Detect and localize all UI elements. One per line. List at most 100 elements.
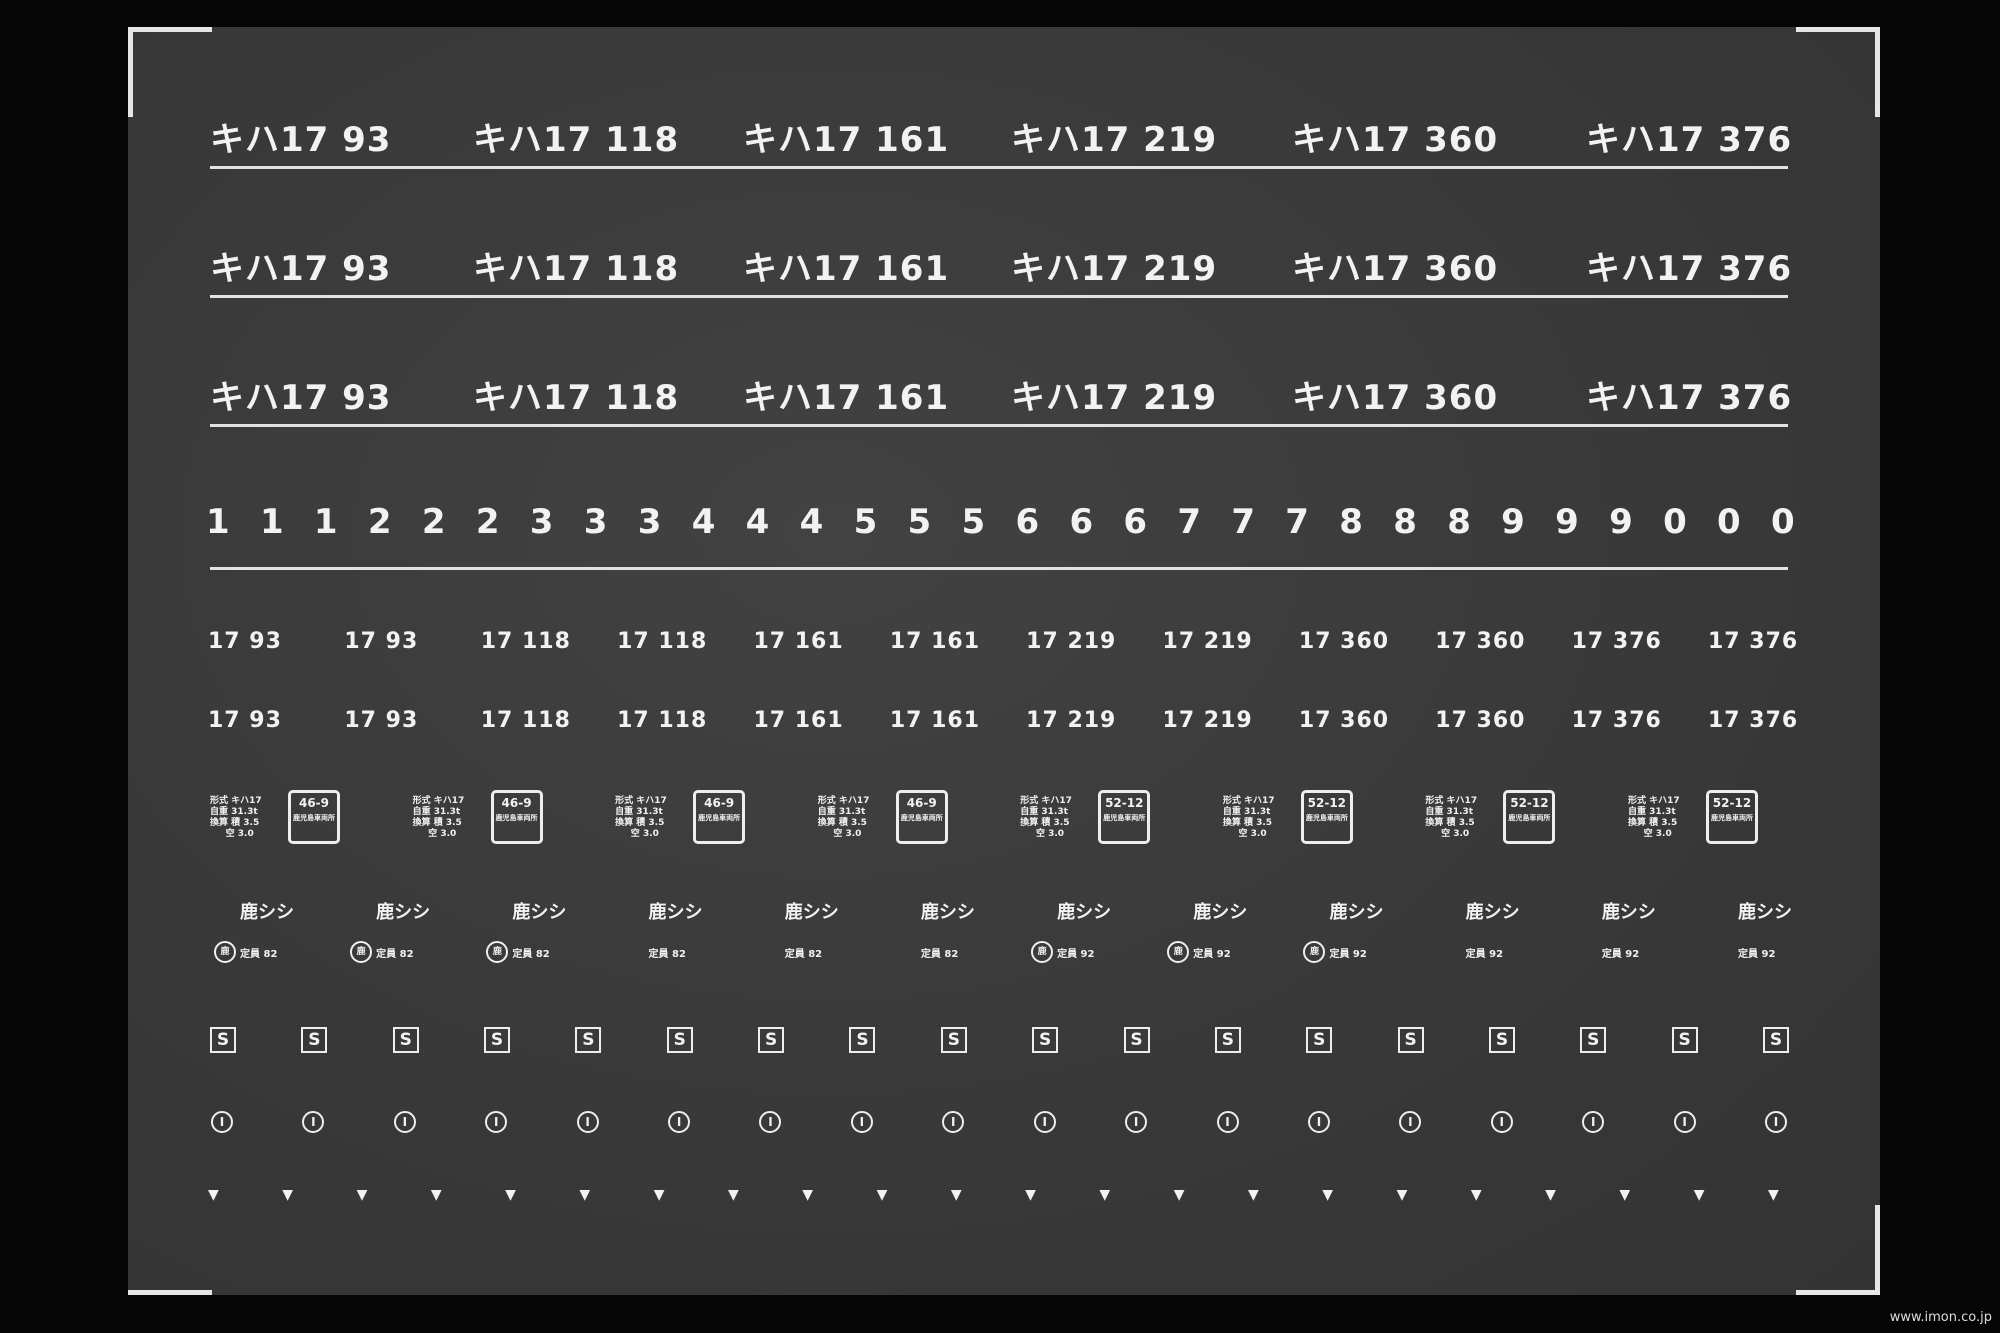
small-number-decal: 17 93 [344, 708, 419, 733]
single-digit-decal: 8 [1447, 502, 1471, 542]
capacity-mark-decal: 定員 82 [920, 949, 959, 960]
single-digit-decal: 3 [529, 502, 554, 542]
s-mark-icon: S [666, 1027, 693, 1053]
spec-plate-text: 形式 キハ17 自重 31.3t 換算 積 3.5 空 3.0 [1020, 796, 1072, 839]
triangle-mark-icon: ▼ [1099, 1187, 1111, 1203]
single-digit-decal: 1 [206, 502, 230, 542]
s-mark-icon: S [1763, 1027, 1789, 1053]
single-digit-decal: 8 [1339, 502, 1363, 542]
single-digit-decal: 2 [367, 502, 392, 542]
triangle-mark-icon: ▼ [356, 1187, 368, 1203]
i-mark-icon: I [211, 1111, 233, 1133]
depot-mark-decal: 鹿シシ [1329, 902, 1384, 923]
inspection-code: 46-9 [298, 796, 330, 810]
workshop-name: 鹿児島車両所 [698, 814, 741, 822]
spec-plate-decal: 形式 キハ17 自重 31.3t 換算 積 3.5 空 3.0 46-9 鹿児島車両… [413, 790, 543, 844]
spec-plate-decal: 形式 キハ17 自重 31.3t 換算 積 3.5 空 3.0 52-12 鹿児島車… [1425, 790, 1556, 844]
inspection-code: 52-12 [1105, 796, 1144, 810]
s-mark-icon: S [758, 1027, 785, 1053]
depot-circle-icon: 鹿 [1303, 941, 1326, 963]
single-digit-decal: 8 [1393, 502, 1417, 542]
separator-line [210, 567, 1788, 570]
i-mark-icon: I [485, 1111, 508, 1133]
single-digit-decal: 6 [1123, 502, 1148, 542]
capacity-mark-decal: 定員 92 [1738, 949, 1776, 960]
small-number-decal: 17 360 [1298, 629, 1390, 654]
single-digit-decal: 5 [907, 502, 932, 542]
s-mark-icon: S [940, 1027, 967, 1053]
single-digit-decal: 1 [313, 502, 338, 542]
car-number-decal: キハ17 93 [210, 120, 392, 160]
car-number-decal: キハ17 219 [1011, 120, 1218, 160]
single-digit-decal: 1 [259, 502, 284, 542]
i-mark-icon: I [1673, 1111, 1696, 1133]
capacity-mark-decal: 定員 82 [648, 949, 686, 960]
car-number-decal: キハ17 161 [743, 378, 950, 418]
car-number-decal: キハ17 360 [1292, 249, 1499, 289]
triangle-mark-icon: ▼ [1470, 1187, 1482, 1203]
corner-mark-bottom-right-v [1875, 1205, 1880, 1295]
depot-circle-icon: 鹿 [486, 941, 509, 963]
small-number-decal: 17 376 [1708, 629, 1799, 654]
s-mark-icon: S [1671, 1027, 1698, 1053]
single-digit-decal: 2 [421, 502, 446, 542]
single-digit-decal: 6 [1069, 502, 1094, 542]
small-number-decal: 17 376 [1571, 708, 1662, 733]
car-number-decal: キハ17 161 [743, 120, 950, 160]
workshop-name: 鹿児島車両所 [900, 814, 943, 822]
inspection-code: 46-9 [906, 796, 937, 810]
triangle-mark-icon: ▼ [1545, 1187, 1556, 1203]
single-digit-decal: 9 [1501, 502, 1525, 542]
inspection-date-box: 46-9 鹿児島車両所 [490, 790, 543, 844]
small-number-decal: 17 118 [480, 708, 571, 733]
s-mark-icon: S [1214, 1027, 1241, 1053]
inspection-code: 52-12 [1307, 796, 1347, 810]
inspection-code: 46-9 [704, 796, 735, 810]
triangle-mark-icon: ▼ [1248, 1187, 1259, 1203]
site-credit: www.imon.co.jp [1889, 1310, 1992, 1325]
small-number-decal: 17 376 [1571, 629, 1662, 654]
capacity-mark-decal: 定員 92 [1601, 949, 1640, 960]
small-number-decal: 17 219 [1026, 629, 1117, 654]
i-mark-icon: I [850, 1111, 873, 1133]
s-mark-icon: S [1123, 1027, 1150, 1053]
inspection-code: 52-12 [1510, 796, 1549, 810]
single-digit-decal: 5 [853, 502, 878, 542]
small-number-decal: 17 161 [753, 708, 844, 733]
workshop-name: 鹿児島車両所 [1305, 814, 1348, 822]
depot-mark-decal: 鹿シシ [240, 902, 294, 923]
car-number-decal: キハ17 161 [743, 249, 950, 289]
i-mark-icon: I [1582, 1111, 1605, 1133]
s-mark-icon: S [1397, 1027, 1424, 1053]
depot-mark-decal: 鹿シシ [1057, 902, 1112, 923]
s-mark-icon: S [1488, 1027, 1515, 1053]
spec-plate-decal: 形式 キハ17 自重 31.3t 換算 積 3.5 空 3.0 46-9 鹿児島車両… [615, 790, 746, 844]
separator-line [210, 424, 1788, 427]
inspection-date-box: 52-12 鹿児島車両所 [1098, 790, 1151, 844]
car-number-decal: キハ17 93 [210, 378, 392, 418]
spec-plate-text: 形式 キハ17 自重 31.3t 換算 積 3.5 空 3.0 [412, 796, 465, 839]
depot-mark-decal: 鹿シシ [1465, 902, 1520, 923]
spec-plate-text: 形式 キハ17 自重 31.3t 換算 積 3.5 空 3.0 [1425, 796, 1478, 839]
capacity-mark-decal: 定員 92 [1465, 949, 1504, 960]
capacity-mark-decal: 定員 82 [784, 949, 823, 960]
corner-mark-bottom-right-h [1796, 1290, 1880, 1295]
single-digit-decal: 7 [1231, 502, 1256, 542]
car-number-decal: キハ17 360 [1292, 378, 1499, 418]
small-number-decal: 17 161 [889, 629, 981, 654]
single-digit-decal: 4 [691, 502, 716, 542]
single-digit-decal: 6 [1015, 502, 1040, 542]
s-mark-icon: S [575, 1027, 602, 1053]
s-mark-icon: S [1306, 1027, 1333, 1053]
small-number-decal: 17 219 [1162, 629, 1253, 654]
workshop-name: 鹿児島車両所 [495, 814, 538, 822]
car-number-decal: キハ17 360 [1292, 120, 1499, 160]
single-digit-decal: 9 [1609, 502, 1633, 542]
capacity-mark-decal: 定員 92 [1329, 949, 1367, 960]
small-number-decal: 17 161 [753, 629, 844, 654]
triangle-mark-icon: ▼ [579, 1187, 591, 1203]
capacity-mark-decal: 定員 82 [376, 949, 414, 960]
s-mark-icon: S [392, 1027, 419, 1053]
single-digit-decal: 0 [1717, 502, 1741, 542]
depot-circle-icon: 鹿 [1031, 941, 1054, 963]
